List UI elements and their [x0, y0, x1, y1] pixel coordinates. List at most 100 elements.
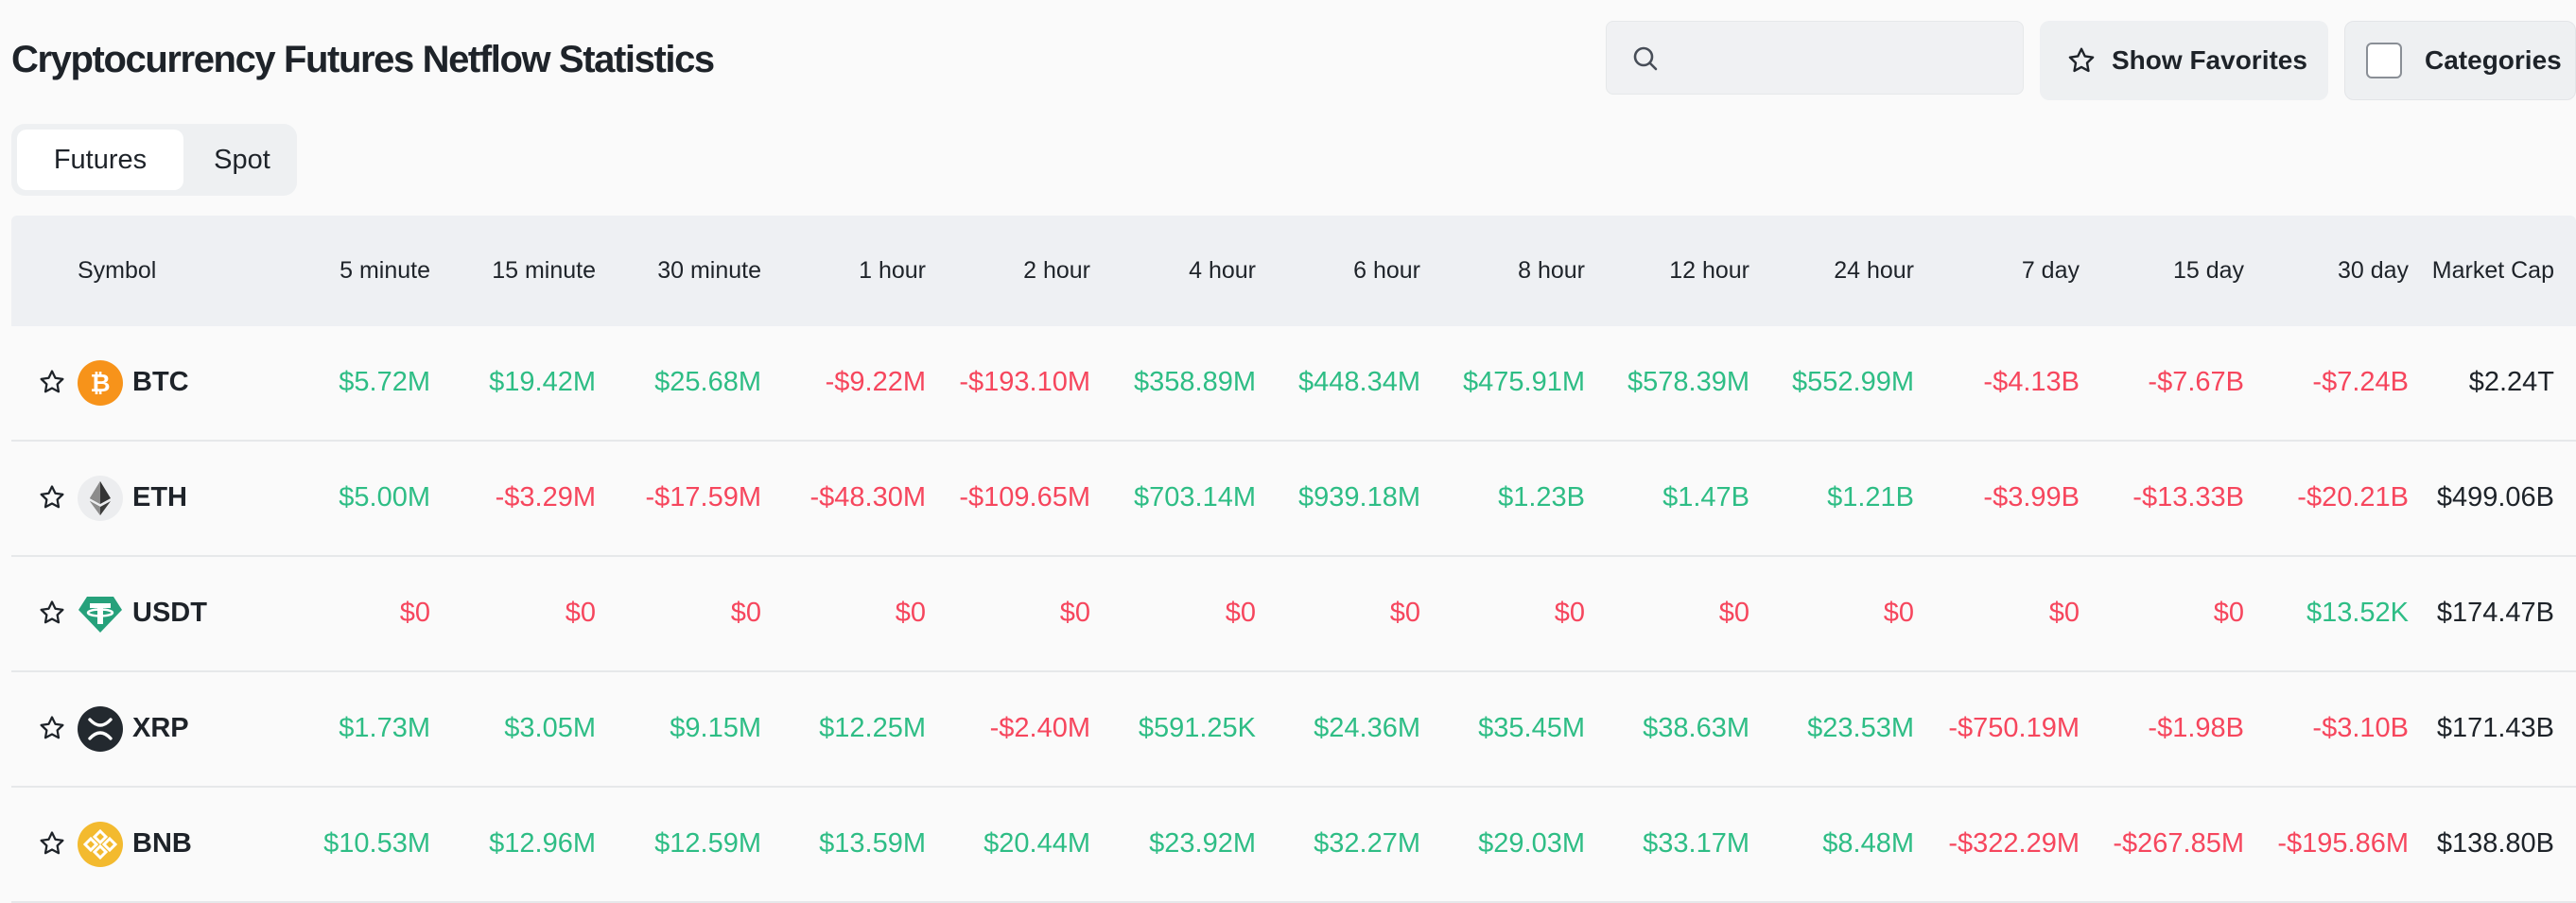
- netflow-30-minute: $0: [730, 598, 761, 628]
- favorite-star-icon[interactable]: [38, 829, 66, 862]
- netflow-7-day: -$3.99B: [1983, 482, 2080, 512]
- netflow-4-hour: $591.25K: [1138, 713, 1256, 743]
- tab-spot[interactable]: Spot: [191, 130, 293, 190]
- column-header-market-cap[interactable]: Market Cap: [2365, 216, 2554, 326]
- netflow-15-minute: $19.42M: [489, 367, 596, 397]
- table-header: Symbol 5 minute 15 minute 30 minute 1 hour 2 …: [11, 216, 2576, 326]
- market-type-tabs: Futures Spot: [11, 124, 297, 196]
- column-header-15-minute[interactable]: 15 minute: [407, 216, 596, 326]
- column-header-30-minute[interactable]: 30 minute: [572, 216, 761, 326]
- netflow-30-minute: $9.15M: [670, 713, 761, 743]
- search-icon: [1633, 46, 1658, 71]
- bnb-icon: [78, 822, 123, 867]
- netflow-1-hour: $12.25M: [819, 713, 926, 743]
- column-header-15-day[interactable]: 15 day: [2055, 216, 2244, 326]
- symbol-label[interactable]: ETH: [132, 442, 187, 553]
- svg-text:₿: ₿: [90, 370, 110, 398]
- netflow-15-day: -$13.33B: [2132, 482, 2244, 512]
- symbol-label[interactable]: BTC: [132, 326, 189, 438]
- market-cap-value: $2.24T: [2468, 367, 2554, 397]
- market-cap-value: $138.80B: [2436, 828, 2554, 859]
- table-row-usdt[interactable]: USDT $0 $0 $0 $0 $0 $0 $0 $0 $0 $0 $0 $0 $13.52K $174.…: [11, 557, 2576, 672]
- tether-icon: [78, 591, 123, 636]
- netflow-7-day: $0: [2048, 598, 2080, 628]
- netflow-7-day: -$322.29M: [1948, 828, 2080, 859]
- search-input[interactable]: [1673, 35, 2008, 82]
- netflow-24-hour: $8.48M: [1822, 828, 1914, 859]
- symbol-label[interactable]: XRP: [132, 672, 189, 784]
- netflow-30-day: -$7.24B: [2312, 367, 2409, 397]
- favorite-star-icon[interactable]: [38, 599, 66, 632]
- column-header-7-day[interactable]: 7 day: [1890, 216, 2080, 326]
- netflow-15-day: -$267.85M: [2113, 828, 2244, 859]
- netflow-15-minute: -$3.29M: [495, 482, 596, 512]
- netflow-15-day: $0: [2213, 598, 2244, 628]
- netflow-6-hour: $24.36M: [1314, 713, 1420, 743]
- column-header-symbol[interactable]: Symbol: [78, 216, 156, 326]
- netflow-4-hour: $358.89M: [1134, 367, 1256, 397]
- categories-checkbox[interactable]: [2366, 43, 2402, 78]
- show-favorites-button[interactable]: Show Favorites: [2040, 21, 2328, 100]
- table-row-eth[interactable]: ETH $5.00M -$3.29M -$17.59M -$48.30M -$109.65…: [11, 442, 2576, 557]
- favorite-star-icon[interactable]: [38, 714, 66, 747]
- netflow-1-hour: $13.59M: [819, 828, 926, 859]
- netflow-30-minute: $12.59M: [654, 828, 761, 859]
- column-header-4-hour[interactable]: 4 hour: [1067, 216, 1256, 326]
- netflow-8-hour: $475.91M: [1463, 367, 1585, 397]
- column-header-24-hour[interactable]: 24 hour: [1725, 216, 1914, 326]
- xrp-icon: [78, 706, 123, 752]
- netflow-2-hour: -$193.10M: [959, 367, 1090, 397]
- netflow-5-minute: $10.53M: [323, 828, 430, 859]
- netflow-6-hour: $939.18M: [1298, 482, 1420, 512]
- netflow-6-hour: $0: [1389, 598, 1420, 628]
- bitcoin-icon: ₿: [78, 360, 123, 406]
- netflow-8-hour: $0: [1554, 598, 1585, 628]
- favorite-star-icon[interactable]: [38, 483, 66, 516]
- favorite-star-icon[interactable]: [38, 368, 66, 401]
- netflow-30-minute: -$17.59M: [645, 482, 761, 512]
- column-header-6-hour[interactable]: 6 hour: [1231, 216, 1420, 326]
- netflow-24-hour: $0: [1883, 598, 1914, 628]
- netflow-4-hour: $703.14M: [1134, 482, 1256, 512]
- categories-label: Categories: [2425, 45, 2562, 75]
- netflow-1-hour: $0: [895, 598, 926, 628]
- tab-futures[interactable]: Futures: [17, 130, 183, 190]
- netflow-8-hour: $1.23B: [1498, 482, 1585, 512]
- symbol-label[interactable]: BNB: [132, 788, 192, 899]
- column-header-5-minute[interactable]: 5 minute: [241, 216, 430, 326]
- netflow-2-hour: -$2.40M: [989, 713, 1090, 743]
- page-title: Cryptocurrency Futures Netflow Statistic…: [11, 39, 715, 80]
- netflow-7-day: -$4.13B: [1983, 367, 2080, 397]
- ethereum-icon: [78, 476, 123, 521]
- table-row-xrp[interactable]: XRP $1.73M $3.05M $9.15M $12.25M -$2.40M $591.…: [11, 672, 2576, 788]
- table-row-btc[interactable]: ₿ BTC $5.72M $19.42M $25.68M -$9.22M -$193.10M…: [11, 326, 2576, 442]
- netflow-24-hour: $23.53M: [1807, 713, 1914, 743]
- column-header-8-hour[interactable]: 8 hour: [1396, 216, 1585, 326]
- netflow-30-day: -$3.10B: [2312, 713, 2409, 743]
- netflow-15-minute: $3.05M: [504, 713, 596, 743]
- categories-button[interactable]: Categories: [2344, 21, 2576, 100]
- netflow-8-hour: $29.03M: [1478, 828, 1585, 859]
- table-row-bnb[interactable]: BNB $10.53M $12.96M $12.59M $13.59M $20.44M $2…: [11, 788, 2576, 903]
- symbol-label[interactable]: USDT: [132, 557, 207, 669]
- netflow-1-hour: -$48.30M: [809, 482, 926, 512]
- search-box[interactable]: [1606, 21, 2024, 95]
- netflow-12-hour: $578.39M: [1627, 367, 1749, 397]
- column-header-2-hour[interactable]: 2 hour: [901, 216, 1090, 326]
- netflow-24-hour: $552.99M: [1792, 367, 1914, 397]
- column-header-1-hour[interactable]: 1 hour: [737, 216, 926, 326]
- netflow-1-hour: -$9.22M: [825, 367, 926, 397]
- market-cap-value: $174.47B: [2436, 598, 2554, 628]
- netflow-8-hour: $35.45M: [1478, 713, 1585, 743]
- netflow-15-minute: $0: [565, 598, 596, 628]
- netflow-24-hour: $1.21B: [1827, 482, 1914, 512]
- netflow-30-day: -$195.86M: [2277, 828, 2409, 859]
- netflow-15-day: -$1.98B: [2148, 713, 2244, 743]
- netflow-30-day: $13.52K: [2306, 598, 2409, 628]
- netflow-5-minute: $5.00M: [339, 482, 430, 512]
- table-body: ₿ BTC $5.72M $19.42M $25.68M -$9.22M -$193.10M…: [11, 326, 2576, 903]
- star-icon: [2068, 47, 2095, 73]
- netflow-5-minute: $1.73M: [339, 713, 430, 743]
- column-header-12-hour[interactable]: 12 hour: [1560, 216, 1749, 326]
- netflow-30-minute: $25.68M: [654, 367, 761, 397]
